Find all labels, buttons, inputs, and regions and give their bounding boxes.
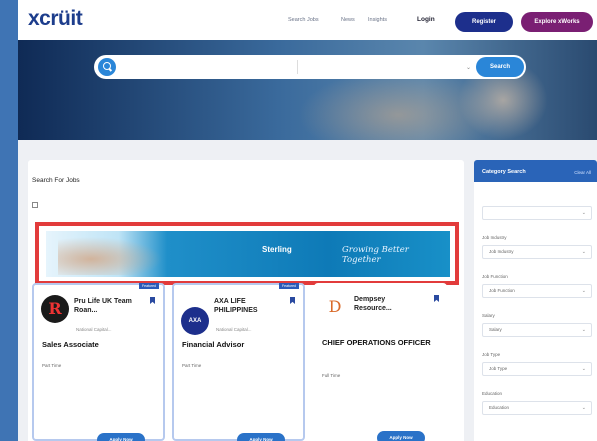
- filter-value: Salary: [489, 327, 502, 332]
- search-button[interactable]: Search: [476, 57, 524, 77]
- filter-select[interactable]: Job Function ⌄: [482, 284, 592, 298]
- filter-select[interactable]: ⌄: [482, 206, 592, 220]
- company-location: National Capital...: [76, 327, 112, 332]
- category-search-sidebar: Category Search Clear All ⌄ Job Industry…: [474, 160, 597, 441]
- nav-news[interactable]: News: [341, 17, 355, 23]
- job-search-bar: ⌄ Search: [94, 55, 526, 79]
- filter-label: Job Industry: [482, 235, 507, 240]
- company-name[interactable]: Dempsey Resource...: [354, 295, 422, 313]
- bookmark-icon[interactable]: [434, 295, 439, 302]
- top-navbar: xcrüit Search Jobs News Insights Login R…: [18, 0, 597, 42]
- chevron-down-icon: ⌄: [581, 366, 586, 372]
- job-title[interactable]: Sales Associate: [42, 340, 160, 349]
- banner-sterling-logo: Sterling: [262, 245, 292, 254]
- banner-people-image: [58, 235, 168, 275]
- location-select[interactable]: [304, 55, 464, 79]
- job-type: Full Time: [322, 373, 341, 378]
- chevron-down-icon: ⌄: [581, 288, 586, 294]
- bookmark-icon[interactable]: [150, 297, 155, 304]
- chevron-down-icon: ⌄: [581, 249, 586, 255]
- explore-xworks-button[interactable]: Explore xWorks: [521, 12, 593, 32]
- company-logo: AXA: [181, 307, 209, 335]
- job-title[interactable]: CHIEF OPERATIONS OFFICER: [322, 338, 440, 347]
- clear-all-link[interactable]: Clear All: [574, 170, 591, 175]
- filter-select[interactable]: Salary ⌄: [482, 323, 592, 337]
- filter-checkbox[interactable]: [32, 202, 38, 208]
- register-button[interactable]: Register: [455, 12, 513, 32]
- job-card[interactable]: Featured AXA AXA LIFE PHILIPPINES Nation…: [172, 283, 305, 441]
- bookmark-icon[interactable]: [290, 297, 295, 304]
- nav-insights[interactable]: Insights: [368, 17, 387, 23]
- chevron-down-icon: ⌄: [581, 327, 586, 333]
- featured-badge: Featured: [138, 283, 159, 289]
- apply-now-button[interactable]: Apply Now: [377, 431, 425, 441]
- job-title[interactable]: Financial Advisor: [182, 340, 300, 349]
- filter-value: Job Industry: [489, 249, 514, 254]
- sidebar-title: Category Search: [482, 169, 526, 175]
- login-link[interactable]: Login: [417, 16, 435, 23]
- featured-badge: Featured: [278, 283, 299, 289]
- apply-now-button[interactable]: Apply Now: [97, 433, 145, 441]
- filter-label: Salary: [482, 313, 495, 318]
- search-divider: [297, 60, 298, 74]
- filter-select[interactable]: Education ⌄: [482, 401, 592, 415]
- company-name[interactable]: AXA LIFE PHILIPPINES: [214, 297, 282, 315]
- company-logo: D: [321, 293, 349, 321]
- xcruit-logo[interactable]: xcrüit: [28, 7, 83, 31]
- company-location: National Capital...: [216, 327, 252, 332]
- job-type: Part Time: [42, 363, 62, 368]
- search-icon: [98, 58, 116, 76]
- hero-banner: ⌄ Search: [18, 40, 597, 140]
- page: xcrüit Search Jobs News Insights Login R…: [18, 0, 597, 441]
- company-logo: R: [41, 295, 69, 323]
- company-name[interactable]: Pru Life UK Team Roan...: [74, 297, 142, 315]
- filter-value: Job Type: [489, 366, 508, 371]
- job-type: Part Time: [182, 363, 202, 368]
- job-card[interactable]: D Dempsey Resource... CHIEF OPERATIONS O…: [314, 283, 447, 441]
- chevron-down-icon: ⌄: [581, 405, 586, 411]
- chevron-down-icon: ⌄: [466, 65, 472, 71]
- filter-value: Job Function: [489, 288, 515, 293]
- apply-now-button[interactable]: Apply Now: [237, 433, 285, 441]
- search-input[interactable]: [121, 55, 291, 79]
- filter-select[interactable]: Job Type ⌄: [482, 362, 592, 376]
- chevron-down-icon: ⌄: [581, 210, 586, 216]
- promo-banner[interactable]: Sterling Growing Better Together: [46, 231, 450, 277]
- filter-label: Job Type: [482, 352, 501, 357]
- nav-search-jobs[interactable]: Search Jobs: [288, 17, 319, 23]
- filter-label: Education: [482, 391, 503, 396]
- page-title: Search For Jobs: [32, 177, 80, 184]
- filter-value: Education: [489, 405, 510, 410]
- banner-tagline: Growing Better Together: [342, 245, 409, 265]
- filter-select[interactable]: Job Industry ⌄: [482, 245, 592, 259]
- job-card[interactable]: Featured R Pru Life UK Team Roan... Nati…: [32, 283, 165, 441]
- filter-label: Job Function: [482, 274, 508, 279]
- sidebar-header: Category Search Clear All: [474, 160, 597, 182]
